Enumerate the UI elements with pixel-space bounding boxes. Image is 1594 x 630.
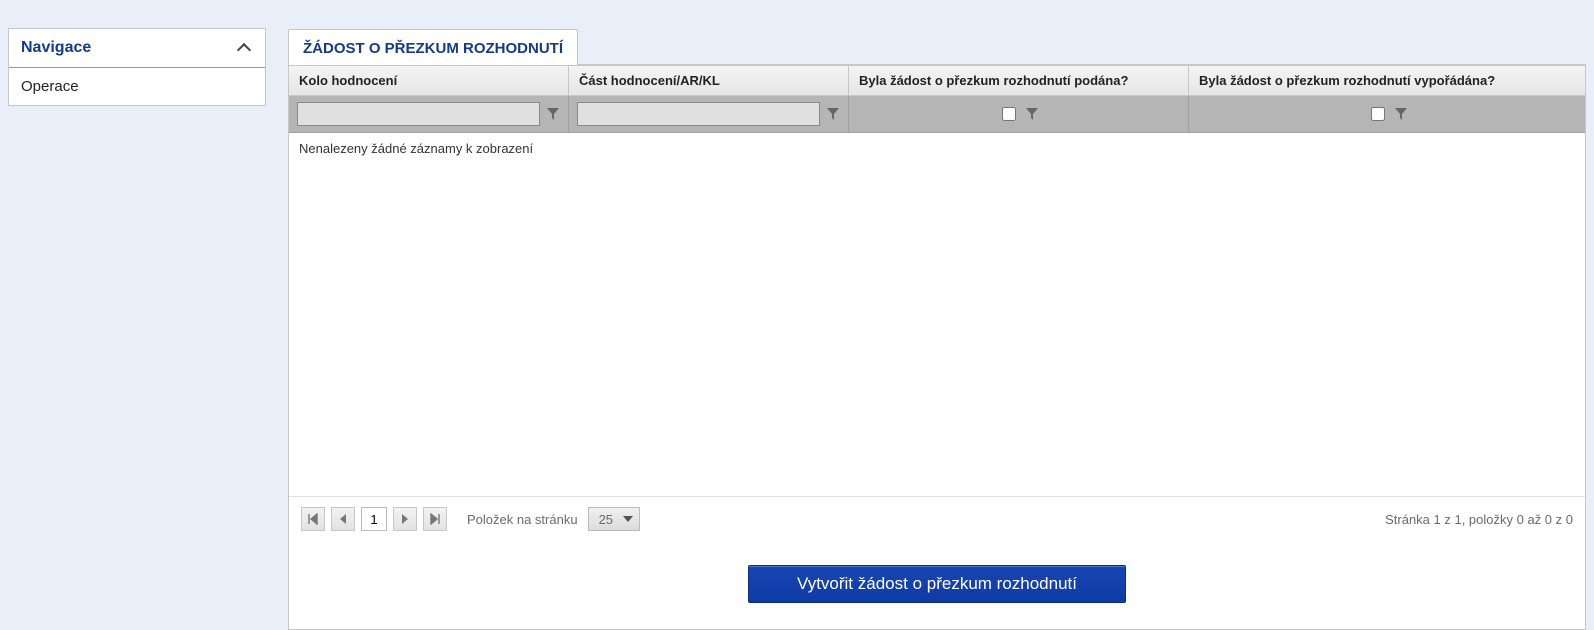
tab-title: ŽÁDOST O PŘEZKUM ROZHODNUTÍ bbox=[303, 40, 563, 57]
filter-cell-vyporadana bbox=[1189, 96, 1585, 132]
pager-status: Stránka 1 z 1, položky 0 až 0 z 0 bbox=[1385, 512, 1573, 527]
filter-cell-podana bbox=[849, 96, 1189, 132]
grid-body: Nenalezeny žádné záznamy k zobrazení bbox=[289, 133, 1585, 496]
filter-icon[interactable] bbox=[1025, 107, 1039, 121]
nav-item-label: Operace bbox=[21, 78, 79, 95]
filter-cell-cast bbox=[569, 96, 849, 132]
pager: Položek na stránku 25 Stránka 1 z 1, pol… bbox=[289, 496, 1585, 541]
filter-input-cast[interactable] bbox=[577, 102, 820, 126]
col-header-label: Část hodnocení/AR/KL bbox=[579, 73, 720, 88]
filter-cell-kolo bbox=[289, 96, 569, 132]
main-panel: Kolo hodnocení Část hodnocení/AR/KL Byla… bbox=[288, 64, 1586, 630]
chevron-down-icon bbox=[623, 516, 633, 522]
create-request-button[interactable]: Vytvořit žádost o přezkum rozhodnutí bbox=[748, 565, 1126, 603]
filter-checkbox-vyporadana[interactable] bbox=[1371, 107, 1385, 121]
col-header-podana[interactable]: Byla žádost o přezkum rozhodnutí podána? bbox=[849, 66, 1189, 95]
filter-checkbox-podana[interactable] bbox=[1002, 107, 1016, 121]
page-size-value: 25 bbox=[599, 512, 613, 527]
nav-header-navigace[interactable]: Navigace bbox=[9, 29, 265, 68]
filter-input-kolo[interactable] bbox=[297, 102, 540, 126]
filter-icon[interactable] bbox=[546, 107, 560, 121]
grid-header-row: Kolo hodnocení Část hodnocení/AR/KL Byla… bbox=[289, 65, 1585, 96]
chevron-up-icon bbox=[237, 40, 253, 56]
filter-icon[interactable] bbox=[1394, 107, 1408, 121]
sidebar-nav-panel: Navigace Operace bbox=[8, 28, 266, 106]
col-header-label: Byla žádost o přezkum rozhodnutí podána? bbox=[859, 73, 1128, 88]
pager-last-button[interactable] bbox=[423, 507, 447, 531]
page-size-label: Položek na stránku bbox=[467, 512, 578, 527]
action-area: Vytvořit žádost o přezkum rozhodnutí bbox=[289, 541, 1585, 629]
tab-zadost-o-prezkum[interactable]: ŽÁDOST O PŘEZKUM ROZHODNUTÍ bbox=[288, 29, 578, 65]
filter-icon[interactable] bbox=[826, 107, 840, 121]
data-grid: Kolo hodnocení Část hodnocení/AR/KL Byla… bbox=[289, 65, 1585, 541]
grid-filter-row bbox=[289, 96, 1585, 133]
pager-next-button[interactable] bbox=[393, 507, 417, 531]
grid-empty-message: Nenalezeny žádné záznamy k zobrazení bbox=[289, 133, 1585, 164]
nav-item-operace[interactable]: Operace bbox=[9, 68, 265, 105]
col-header-kolo-hodnoceni[interactable]: Kolo hodnocení bbox=[289, 66, 569, 95]
col-header-label: Kolo hodnocení bbox=[299, 73, 397, 88]
col-header-vyporadana[interactable]: Byla žádost o přezkum rozhodnutí vypořád… bbox=[1189, 66, 1585, 95]
page-size-select[interactable]: 25 bbox=[588, 507, 640, 531]
col-header-cast-hodnoceni[interactable]: Část hodnocení/AR/KL bbox=[569, 66, 849, 95]
col-header-label: Byla žádost o přezkum rozhodnutí vypořád… bbox=[1199, 73, 1495, 88]
pager-page-input[interactable] bbox=[361, 507, 387, 531]
pager-prev-button[interactable] bbox=[331, 507, 355, 531]
nav-title: Navigace bbox=[21, 39, 91, 57]
pager-first-button[interactable] bbox=[301, 507, 325, 531]
